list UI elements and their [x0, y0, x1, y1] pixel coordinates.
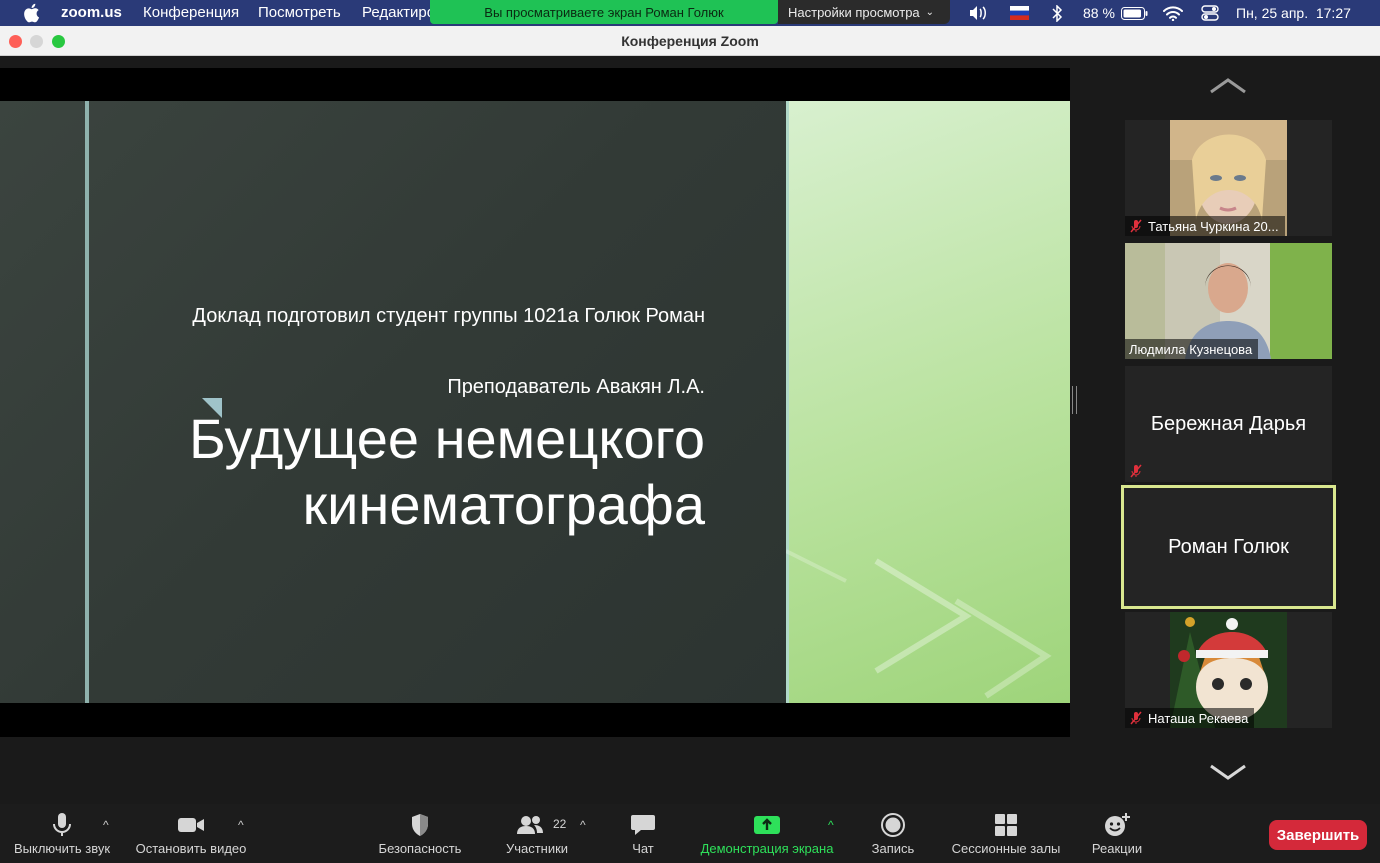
meeting-toolbar: Выключить звук ^ Остановить видео ^ Безо… [0, 804, 1380, 863]
participant-tile[interactable]: Людмила Кузнецова [1125, 243, 1332, 359]
chevron-down-icon: ⌄ [925, 6, 935, 18]
battery-status[interactable]: 88 % [1083, 0, 1148, 26]
slide-dark-panel [0, 101, 786, 703]
clock[interactable]: Пн, 25 апр. 17:27 [1236, 0, 1351, 26]
record-label: Запись [871, 841, 915, 856]
video-options-caret[interactable]: ^ [238, 804, 252, 863]
caret-up-icon: ^ [238, 818, 244, 832]
caret-up-icon: ^ [103, 818, 109, 832]
apple-icon[interactable] [22, 3, 40, 23]
mac-menubar: zoom.us Конференция Посмотреть Редактиро… [0, 0, 1380, 26]
slide-chevron-decoration [786, 549, 1052, 699]
breakout-rooms-button[interactable]: Сессионные залы [944, 804, 1068, 863]
participant-name: Людмила Кузнецова [1129, 341, 1253, 357]
participant-name-label: Татьяна Чуркина 20... [1125, 216, 1285, 236]
share-screen-button[interactable]: Демонстрация экрана [692, 804, 842, 863]
mic-muted-icon [1130, 464, 1142, 478]
shared-screen: Доклад подготовил студент группы 1021а Г… [0, 68, 1070, 737]
slide-accent-bar [85, 101, 89, 703]
meeting-main-area: Доклад подготовил студент группы 1021а Г… [0, 56, 1380, 804]
slide-title: Будущее немецкого кинематографа [188, 407, 705, 536]
participant-name-label: Людмила Кузнецова [1125, 339, 1259, 359]
battery-icon [1120, 6, 1148, 20]
end-meeting-button[interactable]: Завершить [1269, 820, 1367, 850]
shield-icon [412, 814, 428, 836]
slide-teacher: Преподаватель Авакян Л.А. [447, 376, 705, 398]
menu-conference[interactable]: Конференция [143, 4, 239, 21]
participants-count: 22 [553, 817, 567, 831]
slide-author: Доклад подготовил студент группы 1021а Г… [192, 305, 705, 327]
participants-button[interactable]: 22 Участники [494, 804, 580, 863]
menu-app-name[interactable]: zoom.us [61, 4, 122, 21]
audio-options-caret[interactable]: ^ [103, 804, 117, 863]
window-title: Конференция Zoom [621, 33, 759, 49]
share-options-caret[interactable]: ^ [828, 804, 842, 863]
participant-name-center: Роман Голюк [1168, 535, 1289, 558]
bluetooth-icon[interactable] [1051, 0, 1063, 26]
mic-muted-icon [1130, 711, 1142, 725]
video-camera-icon [178, 818, 204, 832]
participant-name-center: Бережная Дарья [1150, 412, 1307, 435]
stop-video-button[interactable]: Остановить видео [130, 804, 252, 863]
record-icon [881, 813, 905, 837]
breakout-rooms-icon [995, 814, 1017, 836]
participants-options-caret[interactable]: ^ [580, 804, 594, 863]
participant-name: Наташа Рекаева [1148, 710, 1249, 726]
zoom-screen: zoom.us Конференция Посмотреть Редактиро… [0, 0, 1380, 863]
mic-muted-icon [1130, 219, 1142, 233]
record-button[interactable]: Запись [862, 804, 924, 863]
participants-icon [517, 816, 544, 834]
caret-up-icon: ^ [580, 818, 586, 832]
battery-percent: 88 % [1083, 5, 1115, 21]
end-meeting-label: Завершить [1276, 826, 1360, 844]
mute-label: Выключить звук [13, 841, 111, 856]
view-options-label: Настройки просмотра [788, 4, 920, 20]
active-speaker-tile[interactable]: Роман Голюк [1121, 485, 1336, 609]
menu-edit[interactable]: Редактиро [362, 4, 435, 21]
participant-tile[interactable]: Бережная Дарья [1125, 366, 1332, 482]
control-center-icon[interactable] [1201, 0, 1219, 26]
chat-button[interactable]: Чат [618, 804, 668, 863]
security-button[interactable]: Безопасность [370, 804, 470, 863]
participant-tile[interactable]: Татьяна Чуркина 20... [1125, 120, 1332, 236]
presentation-slide: Доклад подготовил студент группы 1021а Г… [0, 101, 1070, 703]
participant-tile[interactable]: Наташа Рекаева [1125, 612, 1332, 728]
window-titlebar: Конференция Zoom [0, 26, 1380, 56]
participants-label: Участники [505, 841, 569, 856]
volume-icon[interactable] [968, 0, 988, 26]
chat-icon [631, 815, 655, 835]
breakout-rooms-label: Сессионные залы [951, 841, 1061, 856]
share-banner-text: Вы просматриваете экран Роман Голюк [484, 4, 724, 20]
chat-label: Чат [632, 841, 654, 856]
view-options-button[interactable]: Настройки просмотра ⌄ [778, 0, 950, 24]
menu-view[interactable]: Посмотреть [258, 4, 341, 21]
participant-name-label: Наташа Рекаева [1125, 708, 1255, 728]
screen-share-banner: Вы просматриваете экран Роман Голюк [430, 0, 778, 24]
input-source-flag-icon[interactable] [1010, 0, 1029, 26]
share-screen-icon [754, 816, 780, 834]
security-label: Безопасность [378, 841, 462, 856]
reactions-button[interactable]: Реакции [1085, 804, 1149, 863]
gallery-scroll-down-icon[interactable] [1208, 762, 1248, 782]
mute-button[interactable]: Выключить звук [6, 804, 118, 863]
splitter-handle[interactable] [1072, 386, 1077, 414]
caret-up-icon: ^ [828, 818, 834, 832]
microphone-icon [53, 813, 71, 836]
gallery-scroll-up-icon[interactable] [1208, 76, 1248, 96]
smiley-plus-icon [1105, 813, 1130, 836]
datetime-label: Пн, 25 апр. 17:27 [1236, 5, 1351, 21]
share-screen-label: Демонстрация экрана [700, 841, 834, 856]
reactions-label: Реакции [1091, 841, 1143, 856]
wifi-icon[interactable] [1163, 0, 1183, 26]
participant-name: Татьяна Чуркина 20... [1148, 218, 1279, 234]
stop-video-label: Остановить видео [135, 841, 247, 856]
slide-green-panel [786, 101, 1070, 703]
